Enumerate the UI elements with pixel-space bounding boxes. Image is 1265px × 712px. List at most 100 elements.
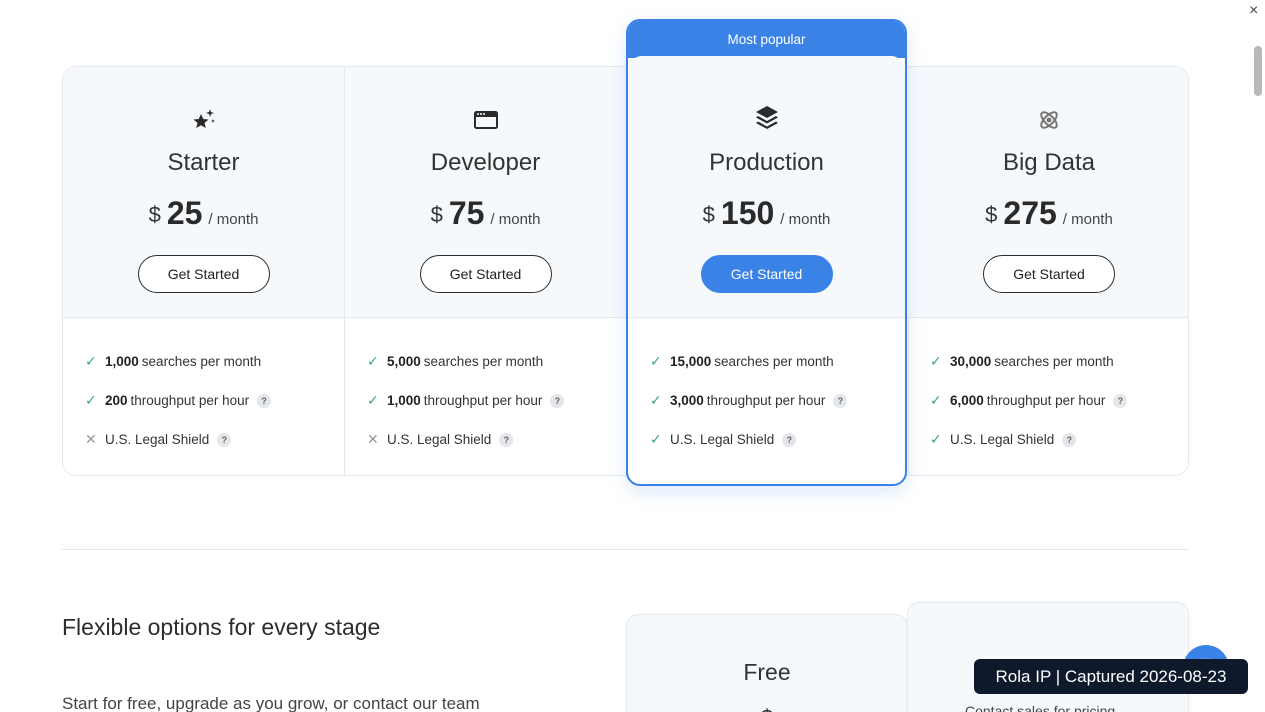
help-icon[interactable]: ? bbox=[833, 393, 848, 408]
feature-item: ✓ 1,000 throughput per hour? bbox=[367, 381, 626, 420]
section-divider bbox=[62, 549, 1189, 550]
layers-icon bbox=[754, 104, 780, 130]
plan-price: $25 / month bbox=[63, 195, 344, 232]
check-icon: ✓ bbox=[930, 431, 942, 447]
check-icon: ✓ bbox=[367, 392, 379, 408]
feature-item: ✓ U.S. Legal Shield? bbox=[930, 420, 1188, 459]
plan-name: Developer bbox=[430, 149, 541, 176]
get-started-button-developer[interactable]: Get Started bbox=[419, 255, 552, 293]
feature-text: U.S. Legal Shield bbox=[670, 432, 775, 447]
feature-item: ✕ U.S. Legal Shield? bbox=[85, 420, 344, 459]
help-icon[interactable]: ? bbox=[257, 393, 272, 408]
get-started-button-production[interactable]: Get Started bbox=[700, 255, 833, 293]
contact-sales-text: Contact sales for pricing bbox=[965, 703, 1116, 712]
section-subtitle: Start for free, upgrade as you grow, or … bbox=[62, 694, 480, 712]
check-icon: ✓ bbox=[650, 392, 662, 408]
check-icon: ✓ bbox=[930, 392, 942, 408]
check-icon: ✓ bbox=[650, 353, 662, 369]
feature-text: searches per month bbox=[141, 354, 262, 369]
price-period: / month bbox=[490, 211, 541, 228]
price-currency: $ bbox=[985, 202, 998, 227]
check-icon: ✓ bbox=[930, 353, 942, 369]
feature-item: ✓ U.S. Legal Shield? bbox=[650, 420, 905, 459]
scrollbar-thumb[interactable] bbox=[1254, 46, 1262, 96]
price-currency: $ bbox=[148, 202, 161, 227]
help-icon[interactable]: ? bbox=[782, 432, 797, 447]
price-amount: 275 bbox=[1003, 195, 1057, 231]
plan-price: $150 / month bbox=[628, 195, 905, 232]
feature-value: 6,000 bbox=[950, 393, 984, 408]
price-currency: $ bbox=[430, 202, 443, 227]
feature-item: ✓ 15,000 searches per month bbox=[650, 342, 905, 381]
atom-icon bbox=[1036, 107, 1062, 133]
check-icon: ✓ bbox=[85, 353, 97, 369]
help-icon[interactable]: ? bbox=[499, 432, 514, 447]
get-started-button-big-data[interactable]: Get Started bbox=[983, 255, 1115, 293]
feature-text: throughput per hour bbox=[423, 393, 543, 408]
feature-item: ✓ 200 throughput per hour? bbox=[85, 381, 344, 420]
plan-header: Big Data $275 / month Get Started bbox=[908, 67, 1188, 318]
feature-text: throughput per hour bbox=[986, 393, 1106, 408]
feature-value: 5,000 bbox=[387, 354, 421, 369]
help-icon[interactable]: ? bbox=[217, 432, 232, 447]
plan-card-production: Most popular Production $150 / month Get … bbox=[626, 19, 907, 486]
feature-text: U.S. Legal Shield bbox=[950, 432, 1055, 447]
feature-text: U.S. Legal Shield bbox=[387, 432, 492, 447]
price-period: / month bbox=[780, 211, 831, 228]
feature-text: U.S. Legal Shield bbox=[105, 432, 210, 447]
feature-value: 1,000 bbox=[105, 354, 139, 369]
close-icon[interactable]: × bbox=[1249, 2, 1258, 20]
plan-card-big-data: Big Data $275 / month Get Started ✓ 30,000… bbox=[908, 67, 1188, 475]
cross-icon: ✕ bbox=[367, 431, 379, 447]
free-plan-price: $ bbox=[627, 705, 907, 712]
most-popular-banner: Most popular bbox=[628, 21, 905, 58]
feature-list: ✓ 5,000 searches per month ✓ 1,000 throughpu… bbox=[345, 318, 626, 459]
capture-badge: Rola IP | Captured 2026-08-23 bbox=[974, 659, 1248, 694]
help-icon[interactable]: ? bbox=[1113, 393, 1128, 408]
help-icon[interactable]: ? bbox=[1062, 432, 1077, 447]
price-amount: 25 bbox=[166, 195, 203, 231]
browser-window-icon bbox=[473, 107, 499, 133]
free-plan-title: Free bbox=[743, 659, 791, 685]
plan-name: Starter bbox=[167, 149, 240, 176]
feature-text: searches per month bbox=[423, 354, 544, 369]
feature-item: ✕ U.S. Legal Shield? bbox=[367, 420, 626, 459]
plan-card-developer: Developer $75 / month Get Started ✓ 5,000 s… bbox=[345, 67, 627, 475]
section-title: Flexible options for every stage bbox=[62, 614, 381, 640]
check-icon: ✓ bbox=[85, 392, 97, 408]
feature-item: ✓ 3,000 throughput per hour? bbox=[650, 381, 905, 420]
feature-text: searches per month bbox=[994, 354, 1114, 369]
feature-item: ✓ 5,000 searches per month bbox=[367, 342, 626, 381]
check-icon: ✓ bbox=[367, 353, 379, 369]
price-amount: 75 bbox=[448, 195, 485, 231]
plan-price: $75 / month bbox=[345, 195, 626, 232]
feature-value: 1,000 bbox=[387, 393, 421, 408]
feature-item: ✓ 1,000 searches per month bbox=[85, 342, 344, 381]
feature-item: ✓ 30,000 searches per month bbox=[930, 342, 1188, 381]
plan-price: $275 / month bbox=[908, 195, 1188, 232]
price-period: / month bbox=[1062, 211, 1113, 228]
feature-value: 3,000 bbox=[670, 393, 704, 408]
plan-card-starter: Starter $25 / month Get Started ✓ 1,000 sea… bbox=[63, 67, 345, 475]
feature-value: 15,000 bbox=[670, 354, 712, 369]
plan-name: Production bbox=[709, 149, 824, 176]
feature-text: searches per month bbox=[714, 354, 834, 369]
price-currency: $ bbox=[702, 202, 715, 227]
feature-text: throughput per hour bbox=[706, 393, 826, 408]
price-amount: 150 bbox=[720, 195, 775, 231]
sparkle-star-icon bbox=[191, 107, 217, 133]
feature-text: throughput per hour bbox=[130, 393, 250, 408]
cross-icon: ✕ bbox=[85, 431, 97, 447]
feature-value: 200 bbox=[105, 393, 128, 408]
get-started-button-starter[interactable]: Get Started bbox=[137, 255, 270, 293]
contact-sales-card: Contact sales for pricing bbox=[907, 602, 1189, 712]
plan-header: Starter $25 / month Get Started bbox=[63, 67, 344, 318]
plan-header: Production $150 / month Get Started bbox=[628, 56, 905, 318]
feature-list: ✓ 1,000 searches per month ✓ 200 throughput … bbox=[63, 318, 344, 459]
price-period: / month bbox=[208, 211, 259, 228]
free-plan-card: Free $ bbox=[626, 614, 908, 712]
plan-header: Developer $75 / month Get Started bbox=[345, 67, 626, 318]
help-icon[interactable]: ? bbox=[550, 393, 565, 408]
feature-list: ✓ 30,000 searches per month ✓ 6,000 throughp… bbox=[908, 318, 1188, 459]
feature-value: 30,000 bbox=[950, 354, 992, 369]
